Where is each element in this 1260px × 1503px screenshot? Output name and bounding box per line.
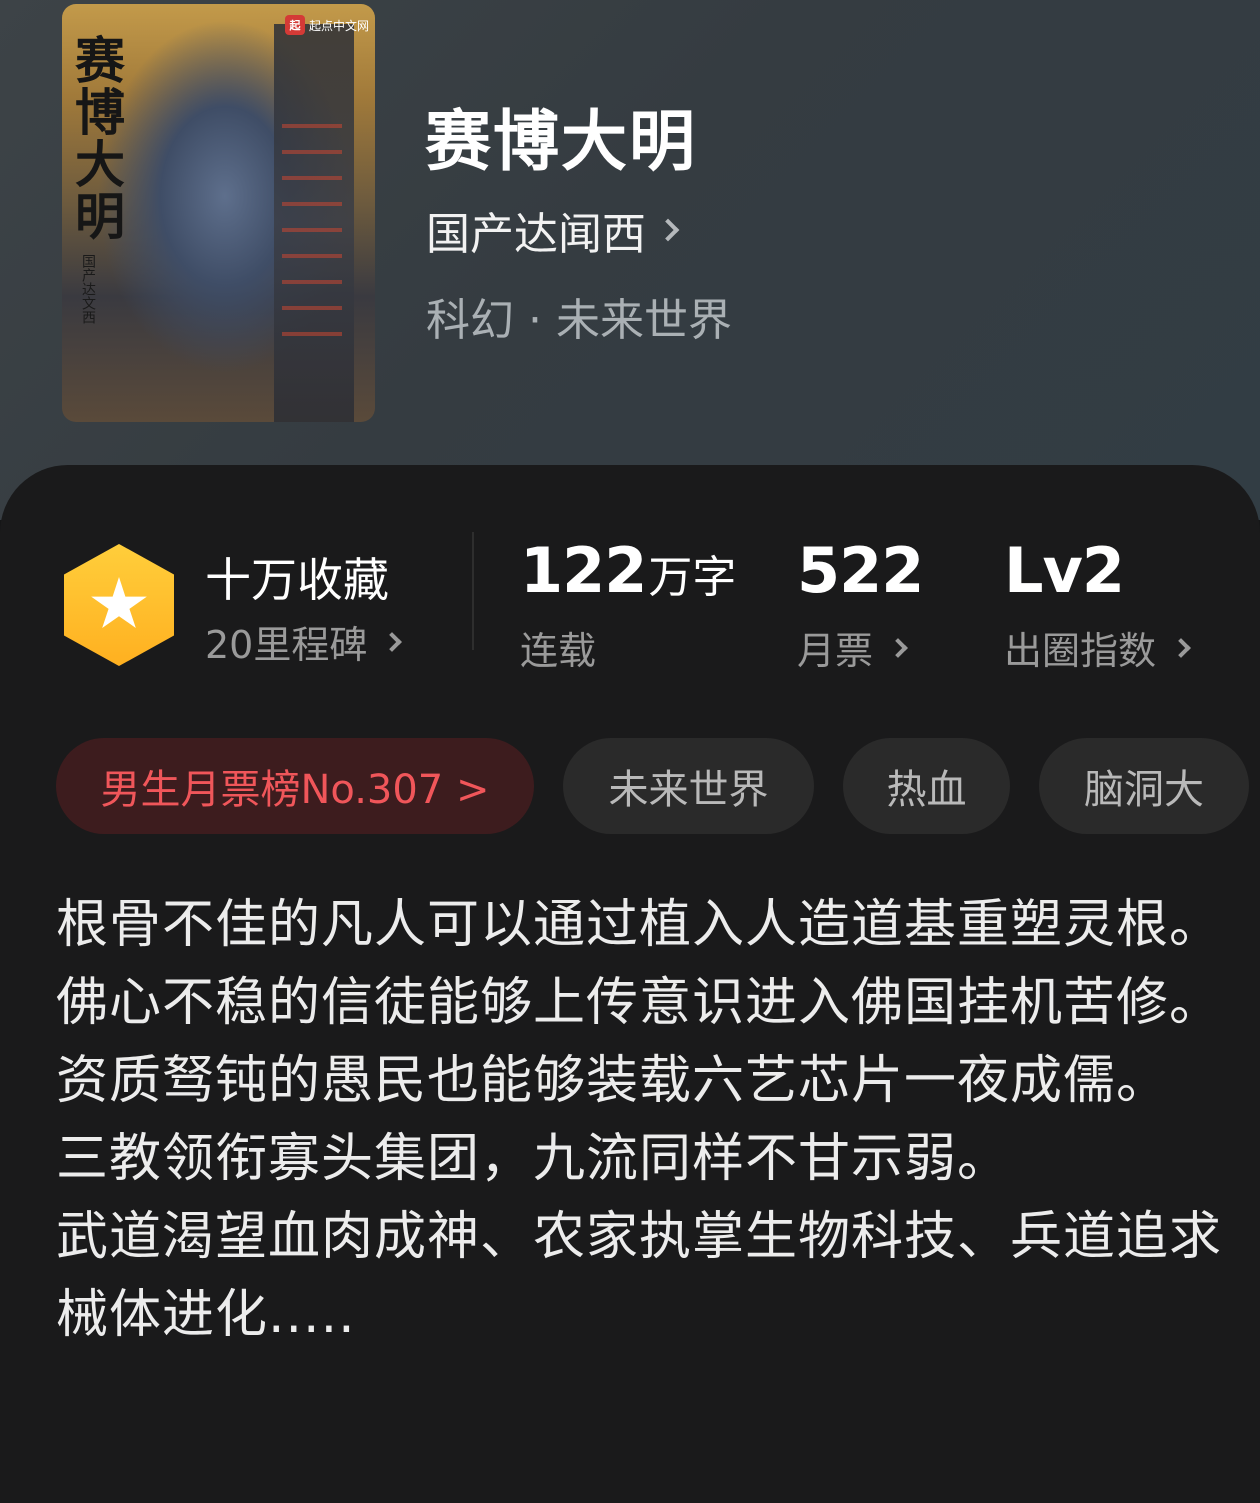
milestone-link[interactable]: 20里程碑: [205, 614, 403, 669]
milestone-label: 20里程碑: [205, 623, 368, 667]
author-name: 国产达闻西: [426, 209, 646, 260]
word-count-unit: 万字: [648, 552, 737, 603]
cover-author: 国产达文西: [80, 254, 96, 324]
cover-publisher-badge: 起 起点中文网: [284, 12, 369, 38]
book-category: 科幻 · 未来世界: [426, 295, 732, 346]
chevron-right-icon: [888, 637, 908, 658]
publisher-name: 起点中文网: [308, 18, 369, 33]
monthly-ticket-count: 522: [797, 534, 924, 607]
collect-title[interactable]: 十万收藏: [205, 544, 389, 610]
book-cover[interactable]: 起 起点中文网 赛博大明 国产达文西: [62, 4, 375, 422]
chevron-right-icon: [1171, 637, 1191, 658]
stats-divider: [472, 532, 474, 650]
author-link[interactable]: 国产达闻西: [426, 200, 680, 260]
description-line: 武道渴望血肉成神、农家执掌生物科技、兵道追求械体进化.....: [56, 1207, 1223, 1345]
tag-future-world[interactable]: 未来世界: [563, 738, 814, 834]
star-icon: [91, 577, 147, 628]
chevron-right-icon: [656, 218, 680, 242]
ranking-tag[interactable]: 男生月票榜No.307 >: [56, 738, 534, 834]
description-line: 根骨不佳的凡人可以通过植入人造道基重塑灵根。: [56, 895, 1223, 955]
description-line: 三教领衔寡头集团，九流同样不甘示弱。: [56, 1129, 1011, 1189]
monthly-ticket-label: 月票: [797, 629, 874, 673]
monthly-ticket-link[interactable]: 月票: [797, 620, 908, 675]
book-title: 赛博大明: [425, 102, 697, 180]
tag-imaginative[interactable]: 脑洞大: [1039, 738, 1249, 834]
popularity-index-link[interactable]: 出圈指数: [1004, 620, 1191, 675]
tag-hot-blood[interactable]: 热血: [843, 738, 1010, 834]
cover-title: 赛博大明: [67, 34, 126, 242]
publisher-logo-icon: 起: [284, 15, 305, 35]
book-description[interactable]: 根骨不佳的凡人可以通过植入人造道基重塑灵根。 佛心不稳的信徒能够上传意识进入佛国…: [56, 886, 1246, 1354]
word-count-number: 122: [520, 534, 647, 607]
description-line: 佛心不稳的信徒能够上传意识进入佛国挂机苦修。: [56, 973, 1223, 1033]
popularity-level: Lv2: [1004, 534, 1125, 607]
chevron-right-icon: [382, 631, 403, 652]
popularity-index-label: 出圈指数: [1004, 629, 1157, 673]
word-count: 122万字: [520, 534, 736, 607]
description-line: 资质驽钝的愚民也能够装载六艺芯片一夜成儒。: [56, 1051, 1170, 1111]
cover-lights-art: [282, 124, 342, 344]
serial-status: 连载: [520, 629, 597, 673]
